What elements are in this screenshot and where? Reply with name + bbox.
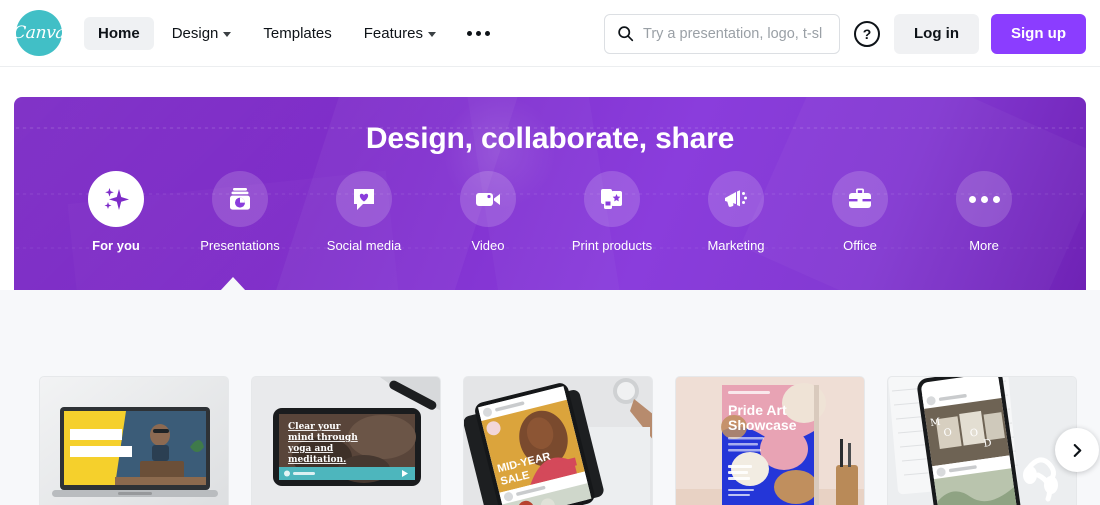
svg-text:Pride Art: Pride Art <box>728 402 787 418</box>
category-more[interactable]: More <box>941 171 1027 253</box>
nav-item-design[interactable]: Design <box>158 17 246 50</box>
nav-item-features-label: Features <box>363 24 423 42</box>
category-icon-wrap <box>584 171 640 227</box>
card-presentation[interactable]: Presentation <box>39 376 229 505</box>
main-nav: Home Design Templates Features <box>84 16 503 50</box>
signup-button[interactable]: Sign up <box>991 13 1086 54</box>
category-icon-wrap <box>88 171 144 227</box>
canva-logo-text: Canva <box>12 23 66 43</box>
video-camera-icon <box>476 193 500 206</box>
phone-facebook-post-thumbnail: M O O D <box>887 376 1077 505</box>
nav-item-templates[interactable]: Templates <box>249 17 345 50</box>
login-button[interactable]: Log in <box>894 13 979 54</box>
category-label: Print products <box>571 238 653 253</box>
svg-text:meditation.: meditation. <box>288 455 346 465</box>
ellipsis-icon <box>968 195 1000 203</box>
nav-item-home-label: Home <box>98 24 140 42</box>
category-label: For you <box>92 238 140 253</box>
nav-item-design-label: Design <box>171 24 219 42</box>
page-body: Presentation Clear your <box>0 67 1100 505</box>
printed-poster-thumbnail: Pride Art Showcase <box>675 376 865 505</box>
carousel-next-button[interactable] <box>1055 428 1099 472</box>
svg-text:yoga and: yoga and <box>287 444 334 454</box>
phone-instagram-post-thumbnail: MID-YEAR SALE <box>463 376 653 505</box>
page-title: Design, collaborate, share <box>365 122 735 155</box>
canva-logo-icon[interactable]: Canva <box>12 10 66 56</box>
search-input[interactable] <box>643 25 827 42</box>
chat-heart-icon <box>354 189 374 210</box>
svg-text:Showcase: Showcase <box>728 417 797 433</box>
svg-text:O: O <box>969 428 979 440</box>
dot <box>980 195 988 203</box>
svg-text:Clear your: Clear your <box>288 422 341 432</box>
category-office[interactable]: Office <box>817 171 903 253</box>
category-icon-wrap <box>708 171 764 227</box>
card-instagram-post[interactable]: MID-YEAR SALE Instagram Post <box>463 376 653 505</box>
hero-banner: Design, collaborate, share For you Prese… <box>14 97 1086 290</box>
nav-item-features[interactable]: Features <box>350 17 450 50</box>
category-label: Presentations <box>200 238 280 253</box>
help-icon-label: ? <box>862 25 872 42</box>
svg-text:O: O <box>943 427 953 439</box>
category-icon-wrap <box>460 171 516 227</box>
dot <box>466 30 472 36</box>
category-label: Marketing <box>707 238 765 253</box>
category-nav: For you Presentations Social media Video… <box>14 171 1086 253</box>
card-poster[interactable]: Pride Art Showcase <box>675 376 865 505</box>
card-video[interactable]: Clear your mind through yoga and meditat… <box>251 376 441 505</box>
header-actions: ? Log in Sign up <box>604 0 1086 67</box>
chevron-down-icon <box>223 31 232 37</box>
sparkle-icon <box>104 188 129 210</box>
megaphone-icon <box>725 190 747 207</box>
category-icon-wrap <box>832 171 888 227</box>
category-label: Video <box>471 238 505 253</box>
category-label: Social media <box>326 238 402 253</box>
svg-text:D: D <box>983 438 992 450</box>
briefcase-icon <box>849 188 871 208</box>
dot <box>484 30 490 36</box>
nav-more-ellipsis-icon[interactable] <box>454 21 503 46</box>
chevron-down-icon <box>427 31 436 37</box>
print-products-icon <box>601 189 622 209</box>
category-print-products[interactable]: Print products <box>569 171 655 253</box>
help-icon[interactable]: ? <box>854 20 880 47</box>
chevron-right-icon <box>1073 443 1081 457</box>
category-label: Office <box>843 238 877 253</box>
dot <box>475 30 481 36</box>
category-icon-wrap <box>336 171 392 227</box>
template-types-section: Presentation Clear your <box>0 290 1100 505</box>
active-category-pointer <box>220 277 246 290</box>
presentation-icon <box>230 188 250 210</box>
top-header: Canva Home Design Templates Features Try… <box>0 0 1100 67</box>
phone-video-thumbnail: Clear your mind through yoga and meditat… <box>251 376 441 505</box>
template-card-list: Presentation Clear your <box>39 376 1099 505</box>
svg-text:M: M <box>929 417 941 429</box>
card-facebook-post[interactable]: M O O D <box>887 376 1077 505</box>
category-icon-wrap <box>212 171 268 227</box>
nav-item-home[interactable]: Home <box>84 16 154 50</box>
category-marketing[interactable]: Marketing <box>693 171 779 253</box>
category-video[interactable]: Video <box>445 171 531 253</box>
search-box[interactable] <box>604 13 840 54</box>
category-for-you[interactable]: For you <box>73 171 159 253</box>
search-icon <box>618 26 634 42</box>
dot <box>968 195 976 203</box>
nav-item-templates-label: Templates <box>263 24 332 42</box>
category-presentations[interactable]: Presentations <box>197 171 283 253</box>
laptop-presentation-thumbnail <box>39 376 229 505</box>
category-label: More <box>969 238 999 253</box>
category-icon-wrap <box>956 171 1012 227</box>
svg-text:mind through: mind through <box>288 433 358 443</box>
category-social-media[interactable]: Social media <box>321 171 407 253</box>
dot <box>992 195 1000 203</box>
